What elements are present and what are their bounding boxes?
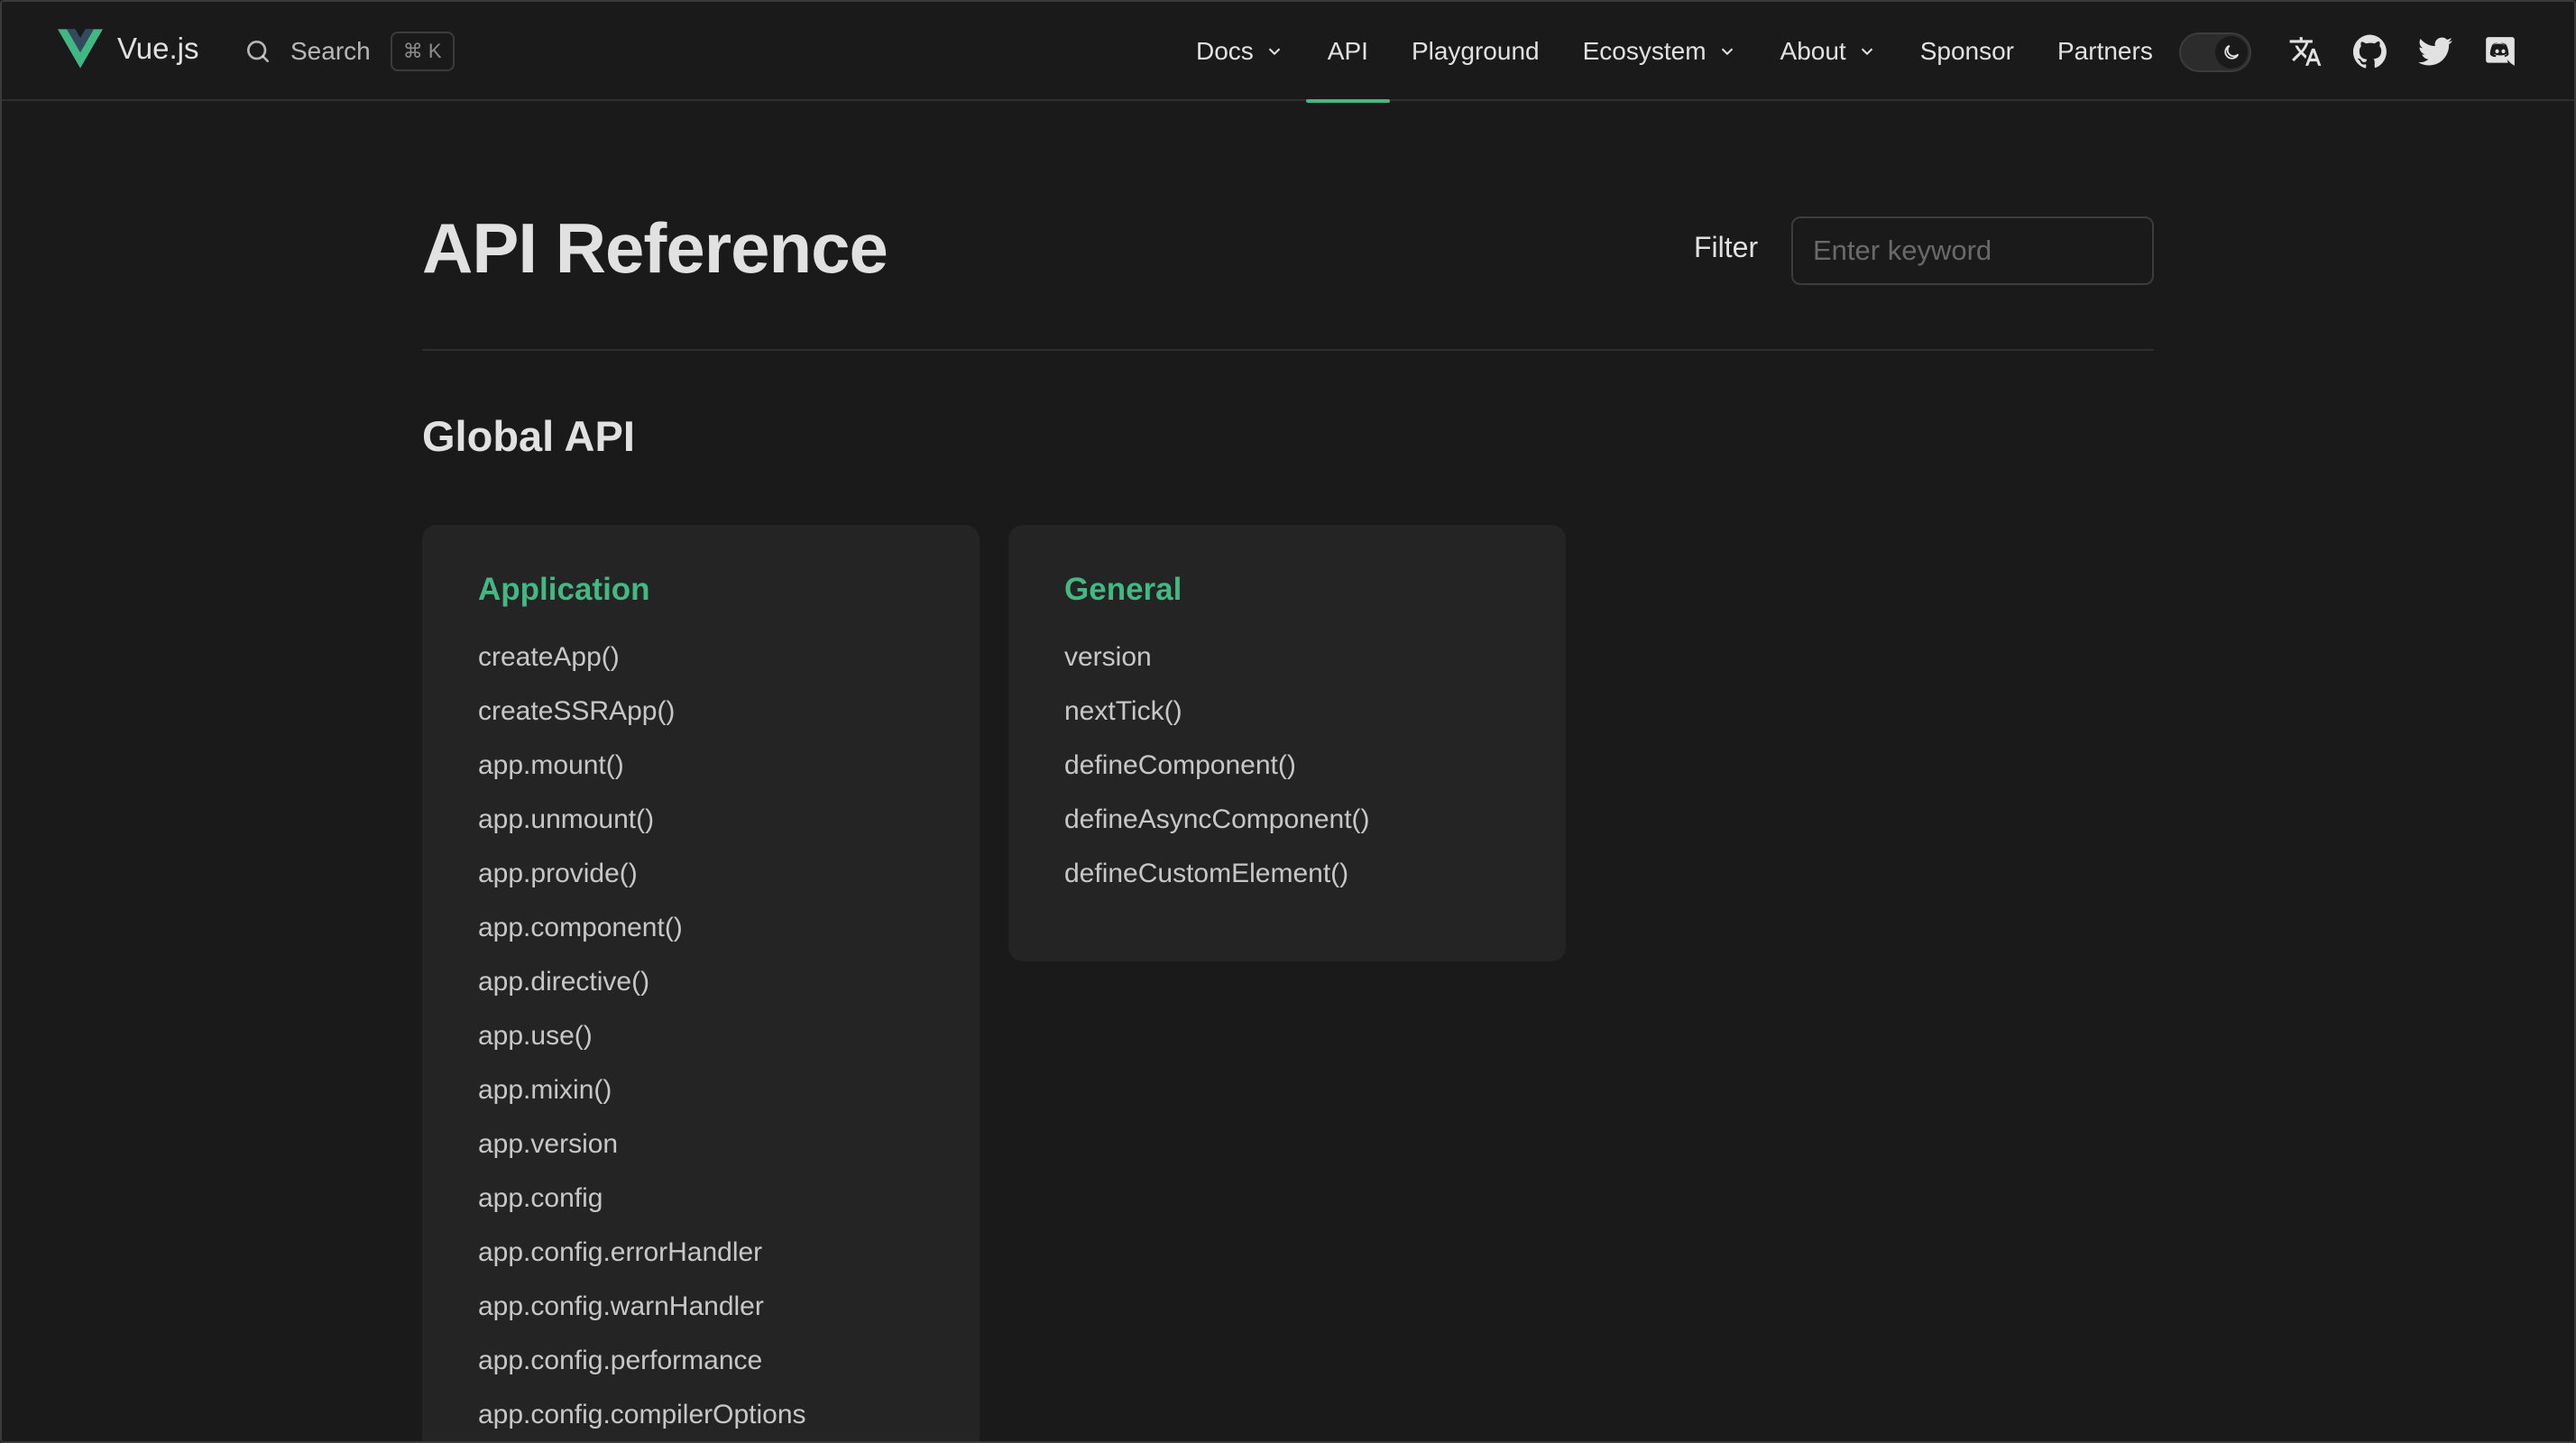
api-link[interactable]: defineAsyncComponent() [1064, 801, 1510, 855]
api-link[interactable]: app.config.performance [478, 1342, 924, 1396]
filter-label: Filter [1694, 231, 1759, 263]
chevron-down-icon [1268, 48, 1281, 56]
chevron-down-icon [1721, 48, 1733, 56]
discord-link[interactable] [2482, 33, 2518, 69]
api-link[interactable]: app.use() [478, 1017, 924, 1071]
chevron-down-icon [1861, 48, 1872, 56]
api-link[interactable]: app.config.compilerOptions [478, 1396, 924, 1441]
twitter-link[interactable] [2417, 33, 2453, 69]
api-link[interactable]: app.mixin() [478, 1071, 924, 1126]
card-title[interactable]: Application [478, 572, 924, 608]
main-menu: Docs API Playground Ecosystem About Spon… [1174, 2, 2175, 103]
api-link[interactable]: nextTick() [1064, 693, 1510, 747]
api-link[interactable]: app.version [478, 1126, 924, 1180]
nav-api-label: API [1327, 37, 1368, 65]
api-link[interactable]: app.config.warnHandler [478, 1288, 924, 1342]
section-title-global-api: Global API [422, 412, 635, 460]
github-link[interactable] [2352, 33, 2388, 69]
top-navbar: Vue.js Search ⌘ K Docs API Playground Ec… [2, 2, 2574, 103]
api-link[interactable]: createApp() [478, 639, 924, 693]
nav-docs-label: Docs [1196, 37, 1254, 65]
nav-ecosystem-label: Ecosystem [1582, 37, 1707, 65]
moon-icon [2224, 44, 2240, 60]
github-icon [2353, 34, 2387, 69]
nav-playground[interactable]: Playground [1390, 2, 1561, 101]
nav-about[interactable]: About [1759, 2, 1899, 101]
search-button[interactable]: Search ⌘ K [244, 31, 455, 72]
api-link[interactable]: app.unmount() [478, 801, 924, 855]
api-link[interactable]: createSSRApp() [478, 693, 924, 747]
nav-api[interactable]: API [1305, 2, 1391, 103]
home-logo-link[interactable]: Vue.js [58, 29, 199, 69]
api-link[interactable]: app.component() [478, 909, 924, 963]
api-link[interactable]: app.provide() [478, 855, 924, 909]
api-link[interactable]: version [1064, 639, 1510, 693]
page-title: API Reference [422, 208, 888, 288]
api-link[interactable]: app.config.errorHandler [478, 1234, 924, 1288]
toggle-knob [2215, 36, 2248, 69]
nav-sponsor[interactable]: Sponsor [1899, 2, 2036, 101]
translate-icon [2289, 37, 2322, 66]
api-link[interactable]: defineCustomElement() [1064, 855, 1510, 909]
search-icon [247, 41, 269, 62]
search-label: Search [290, 37, 371, 65]
dark-mode-toggle[interactable] [2179, 32, 2251, 72]
nav-playground-label: Playground [1411, 37, 1540, 65]
nav-partners[interactable]: Partners [2036, 2, 2175, 101]
api-card-application: Application createApp() createSSRApp() a… [422, 525, 980, 1441]
nav-ecosystem[interactable]: Ecosystem [1561, 2, 1759, 101]
twitter-icon [2418, 37, 2452, 66]
discord-icon [2486, 37, 2515, 66]
translate-button[interactable] [2287, 33, 2323, 69]
api-link[interactable]: app.directive() [478, 963, 924, 1017]
filter-input[interactable] [1791, 216, 2154, 285]
api-link[interactable]: app.mount() [478, 747, 924, 801]
brand-name: Vue.js [117, 32, 199, 65]
browser-viewport: Vue.js Search ⌘ K Docs API Playground Ec… [0, 0, 2576, 1443]
api-link[interactable]: defineComponent() [1064, 747, 1510, 801]
search-shortcut-badge: ⌘ K [390, 32, 455, 71]
api-link[interactable]: app.config [478, 1180, 924, 1234]
api-card-general: General version nextTick() defineCompone… [1008, 525, 1566, 961]
nav-partners-label: Partners [2057, 37, 2153, 65]
nav-about-label: About [1780, 37, 1846, 65]
nav-sponsor-label: Sponsor [1919, 37, 2014, 65]
nav-docs[interactable]: Docs [1174, 2, 1306, 101]
api-link-list: createApp() createSSRApp() app.mount() a… [478, 639, 924, 1441]
header-divider [422, 349, 2154, 351]
card-title[interactable]: General [1064, 572, 1510, 608]
vue-logo-icon [58, 29, 103, 69]
api-link-list: version nextTick() defineComponent() def… [1064, 639, 1510, 909]
